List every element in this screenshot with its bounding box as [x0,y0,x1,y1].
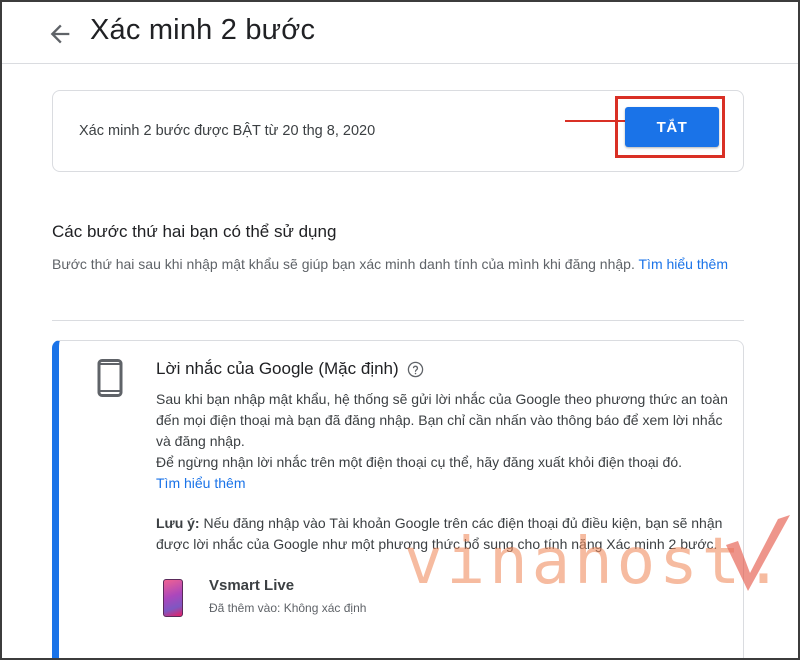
section-divider [52,320,744,321]
google-prompt-note: Lưu ý: Nếu đăng nhập vào Tài khoản Googl… [156,513,736,555]
status-card: Xác minh 2 bước được BẬT từ 20 thg 8, 20… [52,90,744,172]
turn-off-button[interactable]: TẮT [625,107,719,147]
second-steps-description: Bước thứ hai sau khi nhập mật khẩu sẽ gi… [52,254,732,275]
page-frame: Xác minh 2 bước Xác minh 2 bước được BẬT… [0,0,800,660]
google-prompt-card: Lời nhắc của Google (Mặc định) Sau khi b… [52,340,744,658]
google-prompt-title: Lời nhắc của Google (Mặc định) [156,359,424,379]
help-circle-icon[interactable] [407,361,424,378]
back-arrow-icon[interactable] [46,20,74,48]
google-prompt-paragraph-1: Sau khi bạn nhập mật khẩu, hệ thống sẽ g… [156,391,728,449]
second-steps-description-text: Bước thứ hai sau khi nhập mật khẩu sẽ gi… [52,256,635,272]
google-prompt-body: Sau khi bạn nhập mật khẩu, hệ thống sẽ g… [156,389,736,494]
google-prompt-title-text: Lời nhắc của Google (Mặc định) [156,359,399,378]
second-steps-title: Các bước thứ hai bạn có thể sử dụng [52,222,337,241]
note-label: Lưu ý: [156,515,200,531]
google-prompt-paragraph-2: Để ngừng nhận lời nhắc trên một điện tho… [156,454,683,470]
page-header: Xác minh 2 bước [2,2,798,64]
note-text: Nếu đăng nhập vào Tài khoản Google trên … [156,515,723,552]
page-title: Xác minh 2 bước [90,14,316,46]
device-name: Vsmart Live [209,577,295,594]
google-prompt-learn-more-link[interactable]: Tìm hiểu thêm [156,475,245,491]
device-added-date: Đã thêm vào: Không xác định [209,601,367,615]
device-item: Vsmart Live Đã thêm vào: Không xác định [163,577,483,623]
smartphone-icon [97,359,123,397]
status-text: Xác minh 2 bước được BẬT từ 20 thg 8, 20… [79,123,376,139]
device-phone-image [163,579,183,617]
learn-more-link[interactable]: Tìm hiểu thêm [639,256,728,272]
